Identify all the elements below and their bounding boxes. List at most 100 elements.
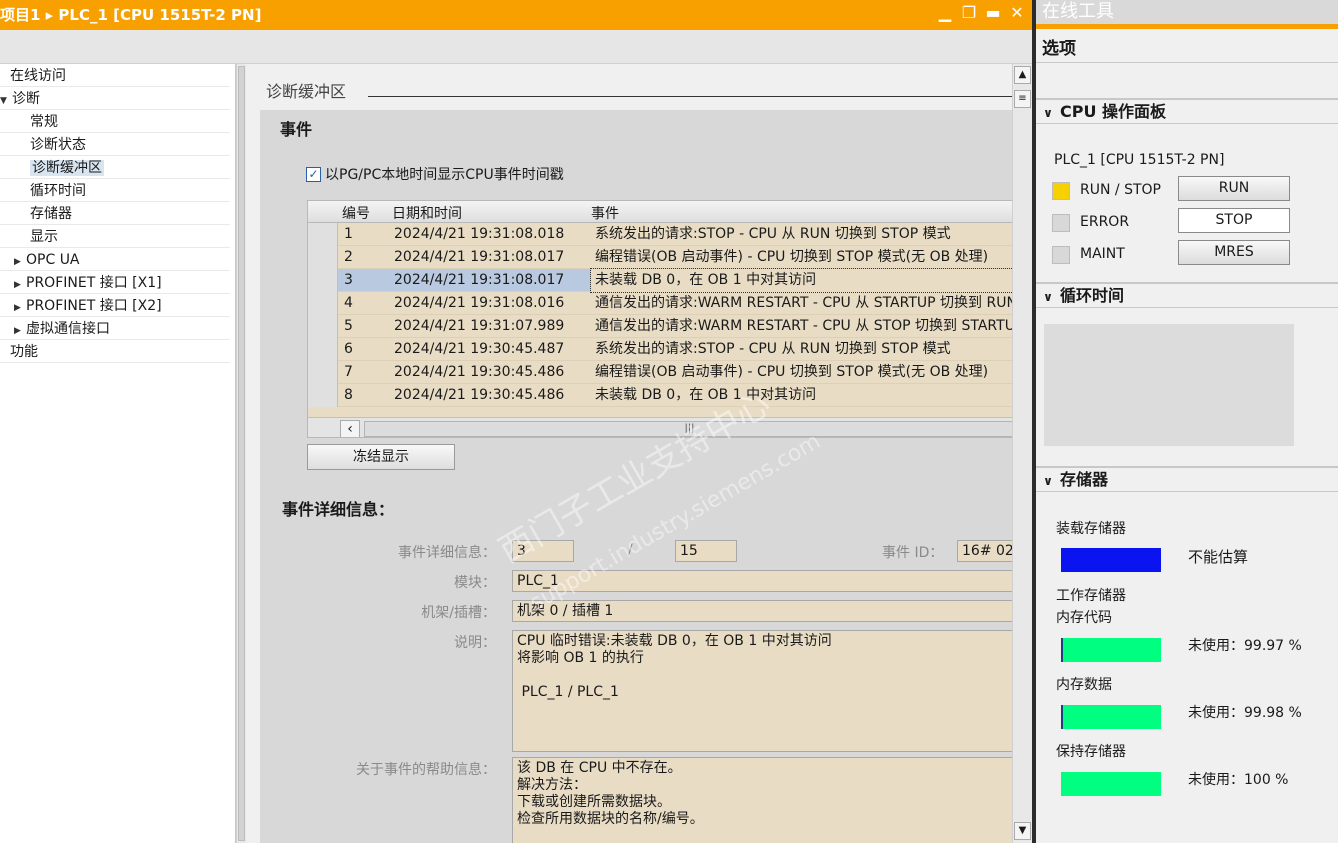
expand-down-icon[interactable]: ▼ bbox=[0, 90, 12, 112]
diagnostic-buffer-table: 编号 日期和时间 事件 1 2024/4/21 19:31:08.018 系统发出的… bbox=[307, 200, 1014, 438]
nav-item[interactable]: ▶ 虚拟通信接口 bbox=[0, 318, 230, 340]
event-details-title: 事件详细信息： bbox=[282, 500, 395, 519]
retain-memory-label: 保持存储器 bbox=[1056, 744, 1126, 760]
nav-item[interactable]: 诊断状态 bbox=[0, 134, 230, 156]
table-row[interactable]: 7 2024/4/21 19:30:45.486 编程错误(OB 启动事件) - C… bbox=[338, 361, 1013, 384]
work-memory-label: 工作存储器 bbox=[1056, 588, 1126, 604]
nav-item[interactable]: 在线访问 bbox=[0, 65, 230, 87]
nav-item[interactable]: 诊断缓冲区 bbox=[0, 157, 230, 179]
cell-datetime: 2024/4/21 19:30:45.486 bbox=[394, 387, 565, 403]
memory-header[interactable]: ∨ 存储器 bbox=[1036, 466, 1338, 492]
main-vscrollbar[interactable]: ▲ ≡ ▼ bbox=[1012, 64, 1032, 843]
event-index-field[interactable]: 3 bbox=[512, 540, 574, 562]
table-row[interactable]: 3 2024/4/21 19:31:08.017 未装载 DB 0，在 OB 1 中… bbox=[338, 268, 1013, 293]
events-title: 事件 bbox=[280, 120, 313, 139]
nav-item[interactable]: 功能 bbox=[0, 341, 230, 363]
load-memory-label: 装载存储器 bbox=[1056, 521, 1126, 537]
minimize-icon[interactable]: ▁ bbox=[936, 3, 954, 22]
table-row[interactable]: 5 2024/4/21 19:31:07.989 通信发出的请求:WARM REST… bbox=[338, 315, 1014, 338]
load-memory-value: 不能估算 bbox=[1188, 548, 1249, 566]
nav-item-label: 循环时间 bbox=[30, 183, 86, 199]
col-header-no[interactable]: 编号 bbox=[342, 203, 370, 223]
nav-item[interactable]: 循环时间 bbox=[0, 180, 230, 202]
cell-no: 2 bbox=[344, 249, 353, 265]
nav-item-label: 诊断状态 bbox=[30, 137, 86, 153]
nav-item-label: PROFINET 接口 [X2] bbox=[26, 298, 162, 314]
error-led bbox=[1052, 214, 1070, 232]
float-window-icon[interactable]: ❐ bbox=[960, 3, 978, 22]
cpu-panel-header-label: CPU 操作面板 bbox=[1060, 102, 1167, 121]
scroll-down-icon[interactable]: ▼ bbox=[1014, 822, 1031, 840]
cpu-panel-header[interactable]: ∨ CPU 操作面板 bbox=[1036, 98, 1338, 124]
close-icon[interactable]: ✕ bbox=[1008, 3, 1026, 22]
table-hscroll-thumb[interactable]: ||| bbox=[364, 421, 1013, 437]
nav-item[interactable]: ▶ OPC UA bbox=[0, 249, 230, 271]
nav-item[interactable]: 存储器 bbox=[0, 203, 230, 225]
table-hscrollbar[interactable]: ‹ ||| bbox=[308, 417, 1013, 437]
nav-tree: 在线访问 ▼ 诊断 常规 诊断状态 诊断缓冲区 循环时间 存储器 显示 ▶ OPC UA ▶ PROFI… bbox=[0, 64, 236, 843]
cell-event: 系统发出的请求:STOP - CPU 从 RUN 切换到 STOP 模式 bbox=[595, 226, 951, 242]
table-row[interactable]: 8 2024/4/21 19:30:45.486 未装载 DB 0，在 OB 1 中… bbox=[338, 384, 1013, 407]
maint-led bbox=[1052, 246, 1070, 264]
cell-event: 通信发出的请求:WARM RESTART - CPU 从 STOP 切换到 ST… bbox=[595, 318, 1014, 334]
table-row[interactable]: 2 2024/4/21 19:31:08.017 编程错误(OB 启动事件) - C… bbox=[338, 246, 1013, 269]
nav-item-label: 常规 bbox=[30, 114, 58, 130]
online-tools-title-bar: 在线工具 bbox=[1036, 0, 1338, 29]
cell-event: 未装载 DB 0，在 OB 1 中对其访问 bbox=[595, 387, 817, 403]
cell-no: 3 bbox=[344, 272, 353, 288]
retain-memory-value: 未使用：100 % bbox=[1188, 772, 1289, 788]
nav-item-label: 虚拟通信接口 bbox=[26, 321, 110, 337]
retain-memory-bar bbox=[1061, 772, 1161, 796]
nav-item-label: 存储器 bbox=[30, 206, 72, 222]
vscroll-thumb[interactable]: ≡ bbox=[1014, 90, 1031, 108]
nav-item[interactable]: ▼ 诊断 bbox=[0, 88, 230, 110]
col-header-event[interactable]: 事件 bbox=[591, 203, 619, 223]
nav-item[interactable]: ▶ PROFINET 接口 [X2] bbox=[0, 295, 230, 317]
nav-item[interactable]: ▶ PROFINET 接口 [X1] bbox=[0, 272, 230, 294]
cell-datetime: 2024/4/21 19:31:08.017 bbox=[394, 272, 565, 288]
mres-button[interactable]: MRES bbox=[1178, 240, 1290, 265]
nav-item[interactable]: 常规 bbox=[0, 111, 230, 133]
expand-right-icon[interactable]: ▶ bbox=[14, 297, 26, 319]
freeze-display-button[interactable]: 冻结显示 bbox=[307, 444, 455, 470]
events-panel: 事件 ✓ 以PG/PC本地时间显示CPU事件时间戳 编号 日期和时间 事件 1 2… bbox=[260, 110, 1014, 843]
table-row[interactable]: 1 2024/4/21 19:31:08.018 系统发出的请求:STOP - CP… bbox=[338, 223, 1013, 246]
data-memory-label: 内存数据 bbox=[1056, 677, 1112, 693]
nav-item[interactable]: 显示 bbox=[0, 226, 230, 248]
cell-datetime: 2024/4/21 19:31:08.017 bbox=[394, 249, 565, 265]
cell-datetime: 2024/4/21 19:30:45.487 bbox=[394, 341, 565, 357]
scroll-up-icon[interactable]: ▲ bbox=[1014, 66, 1031, 84]
load-memory-bar bbox=[1061, 548, 1161, 572]
rack-slot-field: 机架 0 / 插槽 1 bbox=[512, 600, 1014, 622]
cell-event: 编程错误(OB 启动事件) - CPU 切换到 STOP 模式(无 OB 处理) bbox=[595, 364, 989, 380]
nav-scrollbar[interactable] bbox=[236, 64, 246, 843]
stop-button[interactable]: STOP bbox=[1178, 208, 1290, 233]
maximize-icon[interactable]: ▬ bbox=[984, 3, 1002, 22]
chevron-down-icon: ∨ bbox=[1043, 106, 1053, 120]
cycle-time-display bbox=[1044, 324, 1294, 446]
col-header-datetime[interactable]: 日期和时间 bbox=[392, 203, 462, 223]
expand-right-icon[interactable]: ▶ bbox=[14, 251, 26, 273]
local-time-option[interactable]: ✓ 以PG/PC本地时间显示CPU事件时间戳 bbox=[306, 164, 564, 184]
event-help-textarea[interactable]: 该 DB 在 CPU 中不存在。 解决方法： 下载或创建所需数据块。 检查所用数… bbox=[512, 757, 1014, 843]
description-textarea[interactable]: CPU 临时错误:未装载 DB 0，在 OB 1 中对其访问 将影响 OB 1 … bbox=[512, 630, 1014, 752]
memory-header-label: 存储器 bbox=[1060, 470, 1109, 489]
cycle-time-header[interactable]: ∨ 循环时间 bbox=[1036, 282, 1338, 308]
scroll-left-icon[interactable]: ‹ bbox=[340, 420, 360, 437]
rack-slot-label: 机架/插槽： bbox=[421, 605, 496, 621]
local-time-checkbox[interactable]: ✓ bbox=[306, 166, 321, 182]
table-row[interactable]: 4 2024/4/21 19:31:08.016 通信发出的请求:WARM REST… bbox=[338, 292, 1013, 315]
nav-item-label: 功能 bbox=[10, 344, 38, 360]
nav-item-label: 诊断 bbox=[12, 91, 40, 107]
expand-right-icon[interactable]: ▶ bbox=[14, 274, 26, 296]
editor-title: 项目1 ▸ PLC_1 [CPU 1515T-2 PN] bbox=[0, 6, 262, 24]
cell-datetime: 2024/4/21 19:30:45.486 bbox=[394, 364, 565, 380]
module-field: PLC_1 bbox=[512, 570, 1014, 592]
expand-right-icon[interactable]: ▶ bbox=[14, 320, 26, 342]
nav-scroll-thumb[interactable] bbox=[238, 66, 245, 841]
cell-event: 编程错误(OB 启动事件) - CPU 切换到 STOP 模式(无 OB 处理) bbox=[595, 249, 989, 265]
cpu-device-name: PLC_1 [CPU 1515T-2 PN] bbox=[1054, 152, 1225, 168]
table-row[interactable]: 6 2024/4/21 19:30:45.487 系统发出的请求:STOP - CP… bbox=[338, 338, 1013, 361]
cell-no: 6 bbox=[344, 341, 353, 357]
run-button[interactable]: RUN bbox=[1178, 176, 1290, 201]
